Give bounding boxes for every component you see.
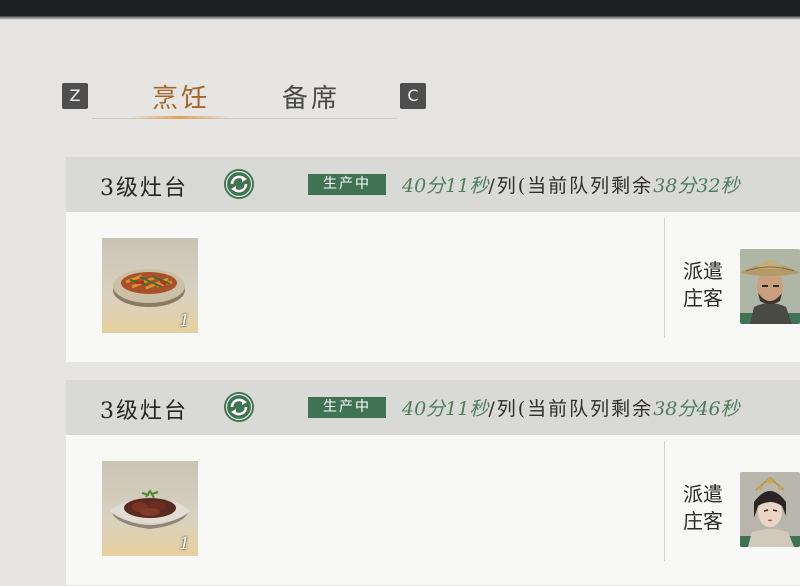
active-tab-underline: [130, 116, 230, 119]
time-per-queue: 40分11秒: [402, 398, 489, 420]
stove-level-label: 3级灶台: [100, 176, 188, 201]
stove-level-label: 3级灶台: [100, 399, 188, 424]
tab-cooking[interactable]: 烹饪: [152, 78, 210, 115]
per-queue-label: /列(当前队列剩余: [488, 175, 654, 197]
dispatch-label[interactable]: 派遣庄客: [683, 481, 733, 535]
queue-timer: 40分11秒/列(当前队列剩余38分46秒: [402, 394, 740, 421]
status-badge: 生产中: [308, 174, 386, 195]
next-tab-key[interactable]: C: [400, 83, 426, 109]
stove-card-body: 1 派遣庄客: [66, 435, 800, 585]
section-divider: [664, 441, 665, 561]
section-divider: [664, 218, 665, 338]
stove-card-header: 3级灶台 生产中 40分11秒/列(当前队列剩余38分32秒: [66, 157, 800, 212]
remaining-time: 38分32秒: [653, 175, 740, 197]
remaining-time: 38分46秒: [653, 398, 740, 420]
dish-count: 1: [179, 534, 190, 554]
dish-slot[interactable]: 1: [102, 461, 198, 556]
stove-card-body: 1 派遣庄客: [66, 212, 800, 362]
status-badge: 生产中: [308, 397, 386, 418]
time-per-queue: 40分11秒: [402, 175, 489, 197]
farmhand-avatar[interactable]: [740, 249, 800, 324]
tab-banquet-prep[interactable]: 备席: [282, 78, 340, 115]
refresh-icon[interactable]: [223, 391, 255, 423]
dish-slot[interactable]: 1: [102, 238, 198, 333]
dispatch-label[interactable]: 派遣庄客: [683, 258, 733, 312]
queue-timer: 40分11秒/列(当前队列剩余38分32秒: [402, 171, 740, 198]
top-bar: [0, 0, 800, 20]
dish-count: 1: [179, 311, 190, 331]
refresh-icon[interactable]: [223, 168, 255, 200]
stove-card-header: 3级灶台 生产中 40分11秒/列(当前队列剩余38分46秒: [66, 380, 800, 435]
prev-tab-key[interactable]: Z: [62, 83, 88, 109]
per-queue-label: /列(当前队列剩余: [488, 398, 654, 420]
farmhand-avatar[interactable]: [740, 472, 800, 547]
